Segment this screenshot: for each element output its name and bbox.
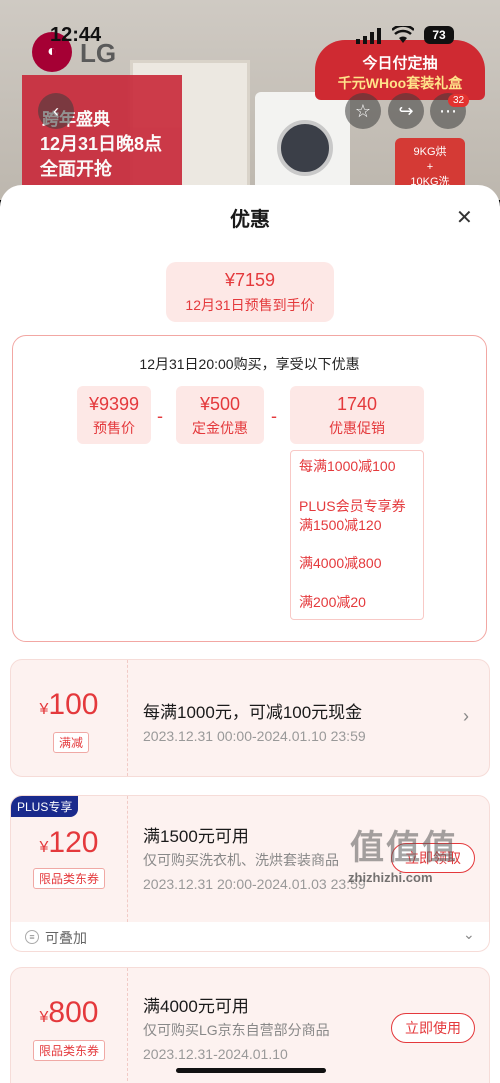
calc-heading: 12月31日20:00购买，享受以下优惠 [139,356,360,372]
share-icon[interactable]: ↪ [388,93,424,129]
washer-image [255,92,350,200]
cell-value: ¥9399 [88,394,140,414]
deposit-discount-cell: ¥500 定金优惠 [176,386,264,444]
use-coupon-button[interactable]: 立即使用 [391,1013,475,1043]
cell-label: 定金优惠 [192,420,248,436]
watermark-site: zhizhizhi.com [348,870,433,885]
coupon-title: 满1500元可用 [143,827,249,846]
final-price-label: 12月31日预售到手价 [185,297,315,313]
coupon-tag: 满减 [53,732,90,753]
minus-operator: - [271,406,277,426]
promotion-item: 每满1000减100 [299,458,396,474]
cell-value: 1740 [336,394,378,414]
cell-label: 预售价 [93,420,135,436]
coupon-amount: ¥800 [11,996,127,1030]
battery-icon: 73 [424,26,454,44]
spec-line: + [426,161,434,173]
promotion-item: PLUS会员专享券 [299,498,406,514]
final-price-box: ¥7159 12月31日预售到手价 [166,262,334,322]
sheet-title: 优惠 [230,209,270,231]
plus-badge: PLUS专享 [11,796,79,817]
minus-operator: - [157,406,163,426]
final-price-amount: ¥7159 [224,270,276,290]
coupon-amount: ¥120 [11,826,127,860]
favorite-icon[interactable]: ☆ [345,93,381,129]
coupon-subtitle: 仅可购买洗衣机、洗烘套装商品 [143,852,339,868]
stack-icon: ≡ [25,930,39,944]
cell-value: ¥500 [199,394,241,414]
coupon-title: 每满1000元，可减100元现金 [143,703,363,722]
banner-line: 今日付定抽 [362,55,438,72]
presale-price-cell: ¥9399 预售价 [77,386,151,444]
status-bar: 12:44 73 [0,0,500,50]
promo-banner-left: 跨年盛典 12月31日晚8点 全面开抢 [22,75,182,190]
home-indicator[interactable] [176,1068,326,1073]
promotion-item: 满4000减800 [299,555,382,571]
coupon-tag: 限品类东券 [33,868,106,889]
watermark-logo: 值值值 zhizhizhi.com [340,820,495,895]
coupon-tag: 限品类东券 [33,1040,106,1061]
spec-line: 9KG烘 [413,146,447,158]
cell-label: 优惠促销 [329,420,385,436]
promotion-cell: 1740 优惠促销 [290,386,424,444]
coupon-date: 2023.12.31 00:00-2024.01.10 23:59 [143,728,366,744]
banner-line: 全面开抢 [40,159,112,179]
spec-badge: 9KG烘 + 10KG洗 [395,138,465,190]
watermark-glyphs: 值值值 [350,829,458,867]
coupon-date: 2023.12.31-2024.01.10 [143,1046,288,1062]
coupon-value: 800 [48,996,99,1029]
stackable-label: 可叠加 [45,930,87,946]
chevron-down-icon[interactable]: ⌄ [463,926,475,943]
wifi-icon [392,26,414,43]
signal-icon [356,28,381,44]
status-time: 12:44 [50,24,102,46]
banner-line: 千元WHoo套装礼盒 [337,75,463,91]
coupon-title: 满4000元可用 [143,997,249,1016]
banner-line: 12月31日晚8点 [40,134,163,154]
promotion-item: 满200减20 [299,594,366,610]
stackable-row[interactable]: ≡ 可叠加 ⌄ [10,922,490,952]
price-calculation: 12月31日20:00购买，享受以下优惠 ¥9399 预售价 - ¥500 定金… [12,335,487,642]
back-icon[interactable]: ‹ [38,93,74,129]
coupon-amount: ¥100 [11,688,127,722]
coupon-value: 100 [48,688,99,721]
coupon-card[interactable]: ¥100 满减 每满1000元，可减100元现金 2023.12.31 00:0… [10,659,490,777]
coupon-subtitle: 仅可购买LG京东自营部分商品 [143,1022,330,1038]
close-icon[interactable]: ✕ [456,205,473,230]
notification-count: 32 [448,94,470,107]
promotion-item: 满1500减120 [299,517,382,533]
chevron-right-icon[interactable]: › [463,706,469,727]
coupon-value: 120 [48,826,99,859]
promotion-list: 每满1000减100 PLUS会员专享券 满1500减120 满4000减800… [290,450,424,620]
coupon-card[interactable]: ¥800 限品类东券 满4000元可用 仅可购买LG京东自营部分商品 2023.… [10,967,490,1083]
discount-sheet: 优惠 ✕ ¥7159 12月31日预售到手价 12月31日20:00购买，享受以… [0,185,500,1083]
coupon-date: 2023.12.31 20:00-2024.01.03 23:59 [143,876,366,892]
